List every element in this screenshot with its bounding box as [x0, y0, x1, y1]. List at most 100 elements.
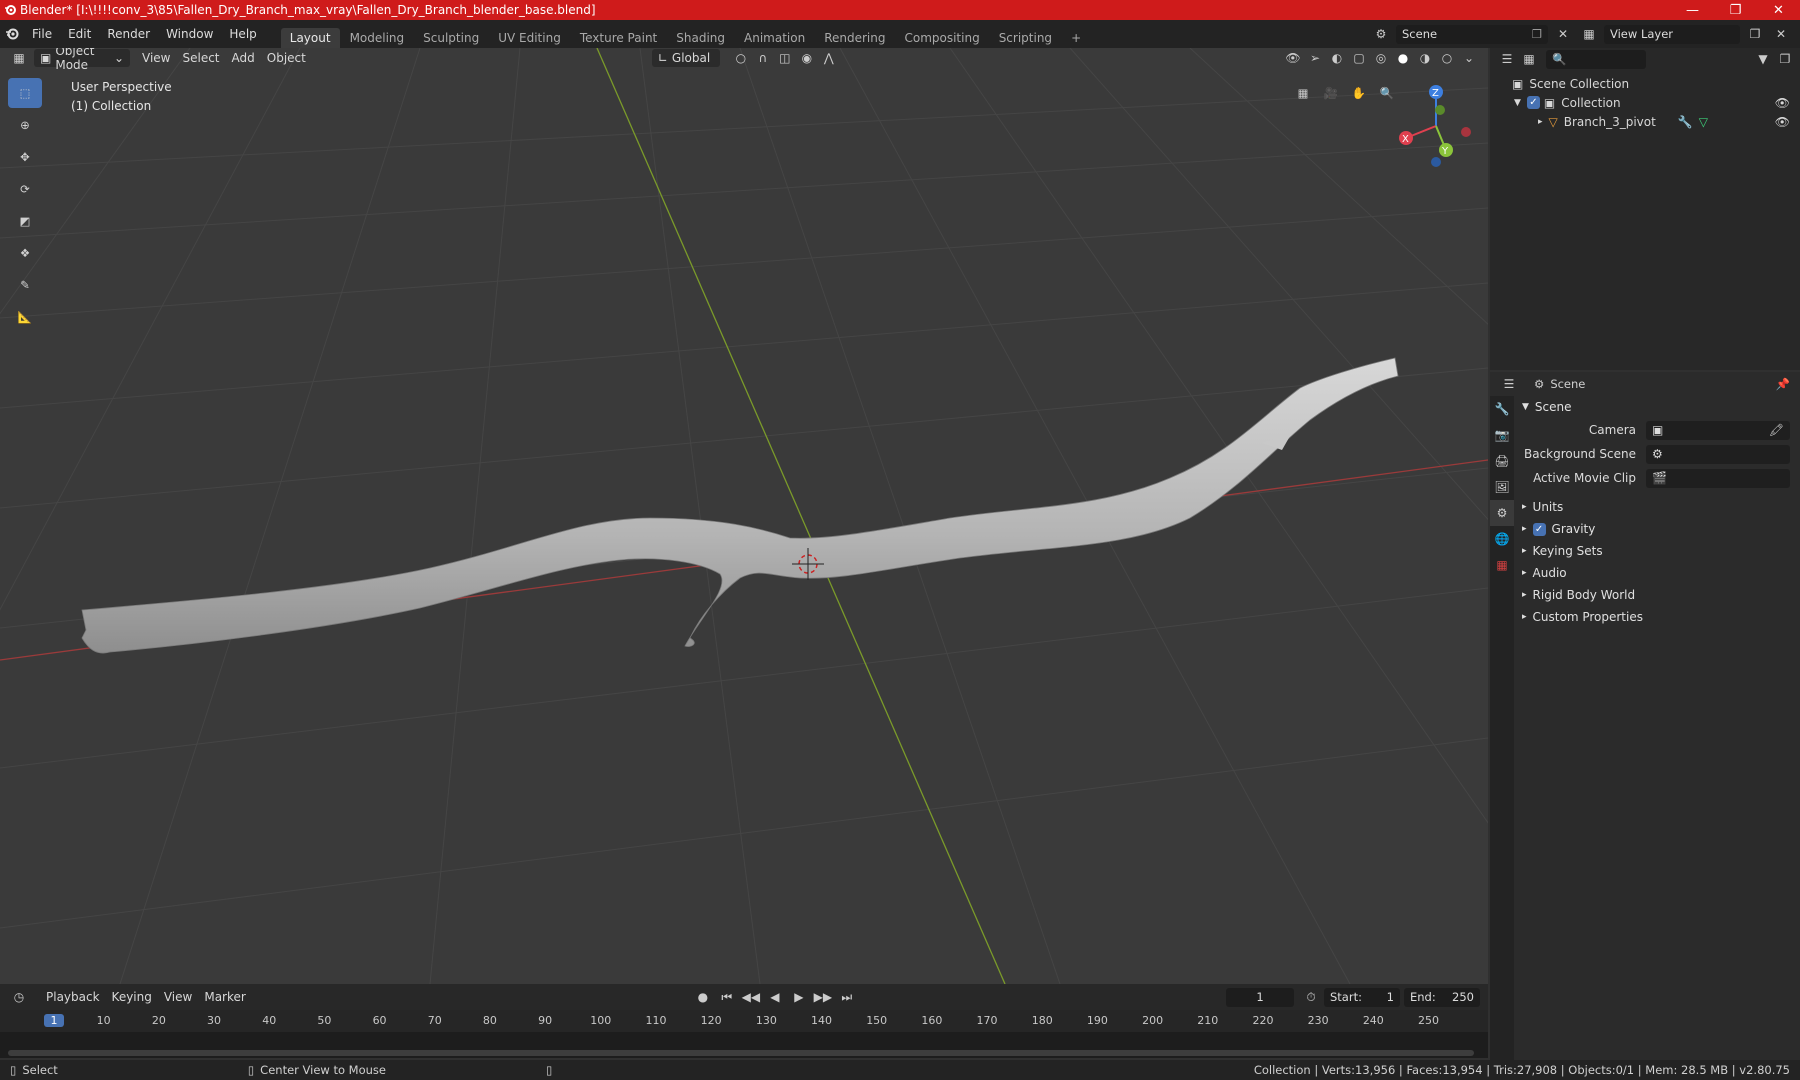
- pin-icon[interactable]: 📌: [1776, 377, 1790, 391]
- expand-icon[interactable]: ▼: [1514, 98, 1521, 108]
- tab-compositing[interactable]: Compositing: [895, 28, 988, 48]
- menu-marker[interactable]: Marker: [198, 988, 251, 1006]
- scene-field[interactable]: Scene ❐: [1396, 24, 1548, 44]
- filter-icon[interactable]: ▼: [1752, 50, 1774, 68]
- remove-view-layer-icon[interactable]: ✕: [1770, 25, 1792, 43]
- timeline-scrollbar[interactable]: [8, 1050, 1474, 1056]
- view-layer-field[interactable]: View Layer: [1604, 24, 1740, 44]
- menu-view-timeline[interactable]: View: [158, 988, 198, 1006]
- jump-start-icon[interactable]: ⏮: [716, 988, 738, 1006]
- menu-object[interactable]: Object: [261, 49, 312, 67]
- record-icon[interactable]: ●: [692, 988, 714, 1006]
- outliner-row-collection[interactable]: ▼ ✓ ▣ Collection 👁: [1490, 93, 1800, 112]
- outliner-editor-icon[interactable]: ☰: [1496, 50, 1518, 68]
- tab-uv-editing[interactable]: UV Editing: [489, 28, 570, 48]
- shading-material-icon[interactable]: ◑: [1414, 49, 1436, 67]
- gravity-panel[interactable]: ▸ ✓ Gravity: [1516, 518, 1800, 540]
- play-reverse-icon[interactable]: ◀: [764, 988, 786, 1006]
- move-icon[interactable]: ✥: [8, 142, 42, 172]
- rotate-icon[interactable]: ⟳: [8, 174, 42, 204]
- rigid-body-world-panel[interactable]: ▸ Rigid Body World: [1516, 584, 1800, 606]
- view-layer-icon[interactable]: ▦: [1578, 25, 1600, 43]
- gizmo-toggle-icon[interactable]: ➢: [1304, 49, 1326, 67]
- render-tab-icon[interactable]: 📷: [1490, 422, 1514, 448]
- keying-sets-panel[interactable]: ▸ Keying Sets: [1516, 540, 1800, 562]
- stopwatch-icon[interactable]: ⏱: [1300, 988, 1322, 1006]
- output-tab-icon[interactable]: 🖨: [1490, 448, 1514, 474]
- current-frame-marker[interactable]: 1: [44, 1014, 64, 1027]
- visibility-icon[interactable]: 👁: [1282, 49, 1304, 67]
- tab-sculpting[interactable]: Sculpting: [414, 28, 488, 48]
- menu-keying[interactable]: Keying: [106, 988, 158, 1006]
- new-view-layer-icon[interactable]: ❐: [1744, 25, 1766, 43]
- proportional-edit-icon[interactable]: ◉: [796, 49, 818, 67]
- expand-icon[interactable]: ▸: [1538, 117, 1543, 127]
- gizmo-neg-x[interactable]: [1461, 127, 1471, 137]
- falloff-icon[interactable]: ⋀: [818, 49, 840, 67]
- active-movie-clip-field[interactable]: 🎬: [1646, 468, 1790, 488]
- scene-panel-header[interactable]: ▼ Scene: [1516, 396, 1800, 418]
- scale-icon[interactable]: ◩: [8, 206, 42, 236]
- texture-tab-icon[interactable]: ▦: [1490, 552, 1514, 578]
- mode-dropdown[interactable]: ▣ Object Mode ⌄: [34, 48, 130, 72]
- close-window-button[interactable]: ✕: [1757, 0, 1800, 20]
- eyedropper-icon[interactable]: 🖍: [1769, 423, 1784, 437]
- menu-render[interactable]: Render: [99, 27, 158, 41]
- timeline-editor-icon[interactable]: ◷: [8, 988, 30, 1006]
- new-collection-icon[interactable]: ❐: [1774, 50, 1796, 68]
- shading-options-icon[interactable]: ⌄: [1458, 49, 1480, 67]
- outliner-row-object[interactable]: ▸ ▽ Branch_3_pivot 🔧 ▽ 👁: [1490, 112, 1800, 131]
- tab-animation[interactable]: Animation: [735, 28, 814, 48]
- maximize-button[interactable]: ❐: [1714, 0, 1757, 20]
- properties-editor-icon[interactable]: ☰: [1498, 375, 1520, 393]
- jump-end-icon[interactable]: ⏭: [836, 988, 858, 1006]
- gizmo-neg-z[interactable]: [1431, 157, 1441, 167]
- menu-add[interactable]: Add: [226, 49, 261, 67]
- cursor-icon[interactable]: ⊕: [8, 110, 42, 140]
- exclude-checkbox[interactable]: ✓: [1526, 96, 1540, 109]
- tab-layout[interactable]: Layout: [280, 28, 340, 48]
- menu-view[interactable]: View: [136, 49, 176, 67]
- menu-file[interactable]: File: [24, 27, 60, 41]
- prev-keyframe-icon[interactable]: ◀◀: [740, 988, 762, 1006]
- frame-ruler[interactable]: 1 10 20 30 40 50 60 70 80 90 100 110 120 130 140 150 160…: [0, 1010, 1488, 1032]
- annotate-icon[interactable]: ✎: [8, 270, 42, 300]
- editor-type-icon[interactable]: ▦: [8, 49, 30, 67]
- end-frame-field[interactable]: End: 250: [1404, 987, 1480, 1007]
- tab-texture-paint[interactable]: Texture Paint: [571, 28, 666, 48]
- tab-modeling[interactable]: Modeling: [341, 28, 414, 48]
- units-panel[interactable]: ▸ Units: [1516, 496, 1800, 518]
- menu-playback[interactable]: Playback: [40, 988, 106, 1006]
- outliner-search-input[interactable]: 🔍: [1546, 49, 1646, 69]
- scene-icon[interactable]: ⚙: [1370, 25, 1392, 43]
- mesh-data-icon[interactable]: ▽: [1699, 115, 1708, 129]
- tab-scripting[interactable]: Scripting: [990, 28, 1061, 48]
- navigation-gizmo[interactable]: Z X Y: [1388, 78, 1478, 168]
- orientation-dropdown[interactable]: ∟ Global: [651, 49, 720, 67]
- background-scene-field[interactable]: ⚙: [1646, 444, 1790, 464]
- minimize-button[interactable]: —: [1671, 0, 1714, 20]
- select-box-icon[interactable]: ⬚: [8, 78, 42, 108]
- outliner-row-scene-collection[interactable]: ▣ Scene Collection: [1490, 74, 1800, 93]
- shading-rendered-icon[interactable]: ○: [1436, 49, 1458, 67]
- pan-hand-icon[interactable]: ✋: [1345, 80, 1373, 106]
- transform-icon[interactable]: ❖: [8, 238, 42, 268]
- add-workspace-button[interactable]: +: [1062, 28, 1090, 48]
- tab-shading[interactable]: Shading: [667, 28, 734, 48]
- xray-icon[interactable]: ▢: [1348, 49, 1370, 67]
- tab-rendering[interactable]: Rendering: [815, 28, 894, 48]
- play-icon[interactable]: ▶: [788, 988, 810, 1006]
- world-tab-icon[interactable]: 🌐: [1490, 526, 1514, 552]
- menu-select[interactable]: Select: [176, 49, 225, 67]
- remove-scene-icon[interactable]: ✕: [1552, 25, 1574, 43]
- camera-view-icon[interactable]: 🎥: [1317, 80, 1345, 106]
- gizmo-neg-y[interactable]: [1435, 105, 1445, 115]
- view-layer-tab-icon[interactable]: 🖼: [1490, 474, 1514, 500]
- blender-menu-icon[interactable]: [0, 27, 24, 41]
- audio-panel[interactable]: ▸ Audio: [1516, 562, 1800, 584]
- display-mode-icon[interactable]: ▦: [1518, 50, 1540, 68]
- camera-field[interactable]: ▣ 🖍: [1646, 420, 1790, 440]
- custom-properties-panel[interactable]: ▸ Custom Properties: [1516, 606, 1800, 628]
- viewport-canvas[interactable]: [0, 48, 1488, 984]
- gravity-checkbox[interactable]: ✓: [1532, 522, 1546, 536]
